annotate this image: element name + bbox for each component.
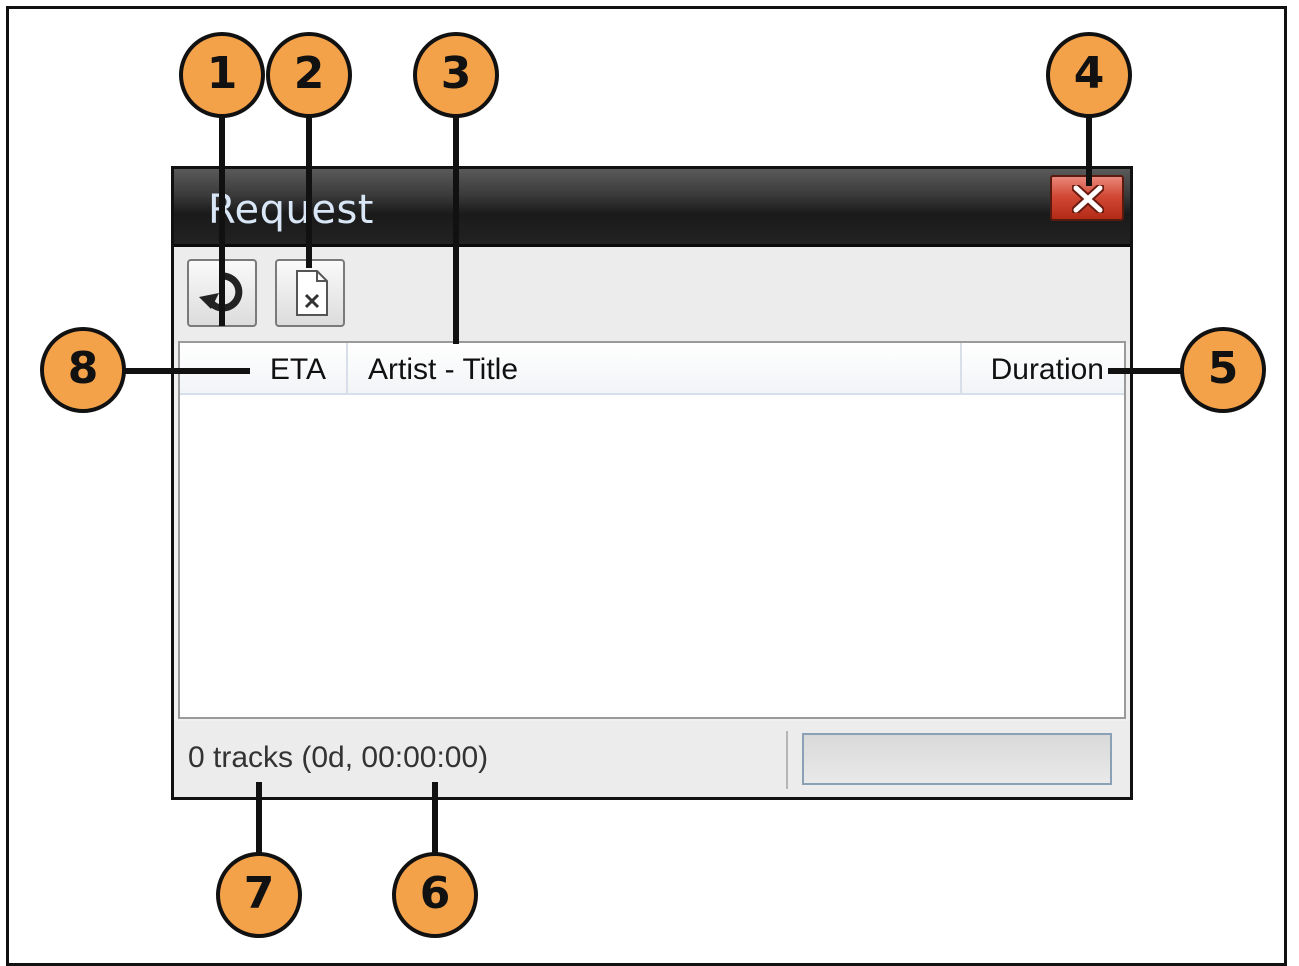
window-title: Request	[208, 187, 374, 233]
callout-3: 3	[413, 32, 499, 118]
request-window: Request ETA Artist - Title Duration 0 tr…	[171, 166, 1133, 800]
status-separator	[786, 731, 788, 789]
callout-4: 4	[1046, 32, 1132, 118]
callout-1-line	[219, 110, 225, 326]
clear-list-icon	[296, 270, 328, 316]
column-header-artist-title[interactable]: Artist - Title	[348, 343, 962, 393]
title-bar[interactable]: Request	[174, 169, 1130, 247]
status-bar: 0 tracks (0d, 00:00:00)	[174, 721, 1130, 797]
column-header-duration[interactable]: Duration	[962, 343, 1122, 393]
track-list[interactable]: ETA Artist - Title Duration	[178, 341, 1126, 719]
callout-8: 8	[40, 327, 126, 413]
close-icon	[1072, 185, 1104, 213]
callout-4-line	[1086, 110, 1092, 186]
callout-1: 1	[179, 32, 265, 118]
callout-7: 7	[216, 852, 302, 938]
callout-6: 6	[392, 852, 478, 938]
callout-7-line	[256, 782, 262, 860]
status-text: 0 tracks (0d, 00:00:00)	[188, 741, 489, 774]
toolbar	[174, 247, 1130, 343]
callout-5: 5	[1180, 327, 1266, 413]
clear-list-button[interactable]	[275, 259, 345, 327]
callout-6-line	[432, 782, 438, 860]
callout-2: 2	[266, 32, 352, 118]
callout-8-line	[120, 368, 250, 374]
callout-5-line	[1108, 368, 1184, 374]
callout-2-line	[306, 110, 312, 268]
callout-3-line	[453, 110, 459, 344]
list-header: ETA Artist - Title Duration	[180, 343, 1124, 395]
progress-bar	[802, 733, 1112, 785]
